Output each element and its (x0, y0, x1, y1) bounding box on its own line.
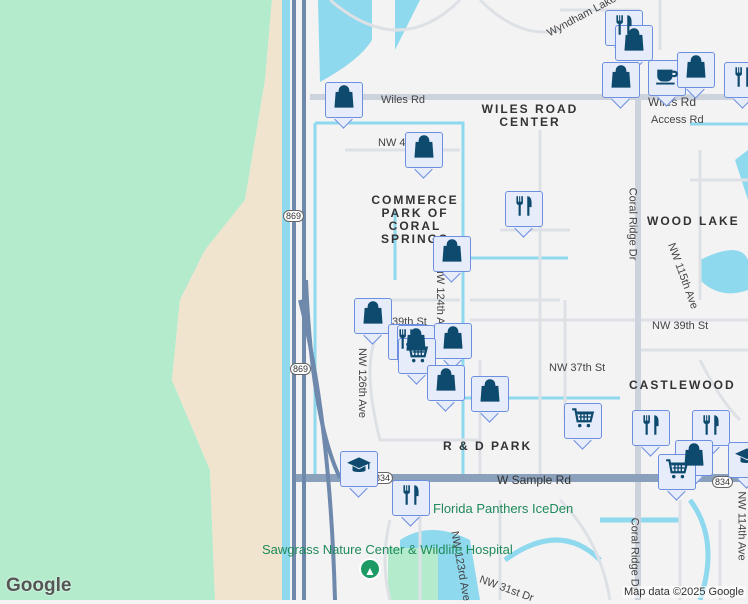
shopping-bag-icon (608, 64, 634, 96)
shopping-bag-icon (433, 367, 459, 399)
area-label: WILES ROAD CENTER (481, 102, 579, 129)
shopping-bag-icon (621, 27, 647, 59)
shopping-cart-icon (664, 456, 690, 488)
area-label: WOOD LAKE (647, 214, 740, 228)
park-icon: ▲ (359, 558, 381, 580)
area-label: CASTLEWOOD (629, 378, 736, 392)
road-label: Wiles Rd (381, 94, 426, 106)
google-logo: Google (6, 575, 72, 596)
poi-sawgrass[interactable]: Sawgrass Nature Center & Wildlife Hospit… (262, 543, 513, 557)
map-marker-shopping[interactable] (434, 323, 472, 370)
shopping-bag-icon (440, 325, 466, 357)
poi-iceden[interactable]: Florida Panthers IceDen (433, 502, 573, 516)
marker-box (340, 451, 378, 487)
marker-box (728, 442, 748, 478)
map-marker-shopping[interactable] (325, 82, 363, 129)
fork-knife-icon (398, 482, 424, 514)
shopping-bag-icon (331, 84, 357, 116)
map-marker-shopping[interactable] (405, 132, 443, 179)
graduation-cap-icon (346, 453, 372, 485)
map-marker-school[interactable] (340, 451, 378, 498)
map-marker-school[interactable] (728, 442, 748, 489)
marker-box (615, 25, 653, 61)
area-label: R & D PARK (443, 439, 533, 453)
route-shield: 869 (290, 363, 312, 375)
graduation-cap-icon (734, 444, 748, 476)
map-marker-restaurant[interactable] (505, 191, 543, 238)
marker-box (505, 191, 543, 227)
map-marker-shopping[interactable] (471, 376, 509, 423)
map-marker-shopping[interactable] (427, 365, 465, 412)
road-label: NW 4 (378, 137, 406, 149)
shopping-cart-icon (570, 405, 596, 437)
map-marker-shopping[interactable] (433, 236, 471, 283)
marker-box (392, 480, 430, 516)
shopping-bag-icon (411, 134, 437, 166)
road-label: Coral Ridge Dr (626, 187, 639, 261)
canal (282, 0, 290, 600)
marker-box (433, 236, 471, 272)
road-label: NW 126th Ave (356, 347, 369, 419)
road-label: Coral Ridge Dr (628, 517, 641, 591)
road-label: Access Rd (651, 114, 704, 126)
map-attribution[interactable]: Map data ©2025 Google (621, 586, 746, 598)
marker-box (564, 403, 602, 439)
route-shield: 869 (283, 210, 305, 222)
marker-box (427, 365, 465, 401)
marker-box (602, 62, 640, 98)
map-marker-restaurant[interactable] (392, 480, 430, 527)
marker-box (677, 52, 715, 88)
fork-knife-icon (730, 64, 748, 96)
road-label: W Sample Rd (497, 473, 572, 487)
marker-box (325, 82, 363, 118)
marker-box (632, 410, 670, 446)
fork-knife-icon (638, 412, 664, 444)
map-marker-shopping[interactable] (354, 298, 392, 345)
marker-box (434, 323, 472, 359)
map-marker-restaurant[interactable] (724, 62, 748, 109)
marker-box (471, 376, 509, 412)
map-marker-grocery[interactable] (564, 403, 602, 450)
marker-box (354, 298, 392, 334)
fork-knife-icon (511, 193, 537, 225)
marker-box (724, 62, 748, 98)
shopping-bag-icon (477, 378, 503, 410)
marker-box (405, 132, 443, 168)
shopping-bag-icon (439, 238, 465, 270)
road-label: NW 114th Ave (735, 491, 748, 561)
road-label: NW 39th St (652, 320, 709, 332)
map-marker-shopping[interactable] (677, 52, 715, 99)
shopping-bag-icon (360, 300, 386, 332)
road-label: NW 37th St (549, 362, 606, 374)
map-marker-restaurant[interactable] (632, 410, 670, 457)
shopping-bag-icon (683, 54, 709, 86)
map-marker-shopping[interactable] (602, 62, 640, 109)
